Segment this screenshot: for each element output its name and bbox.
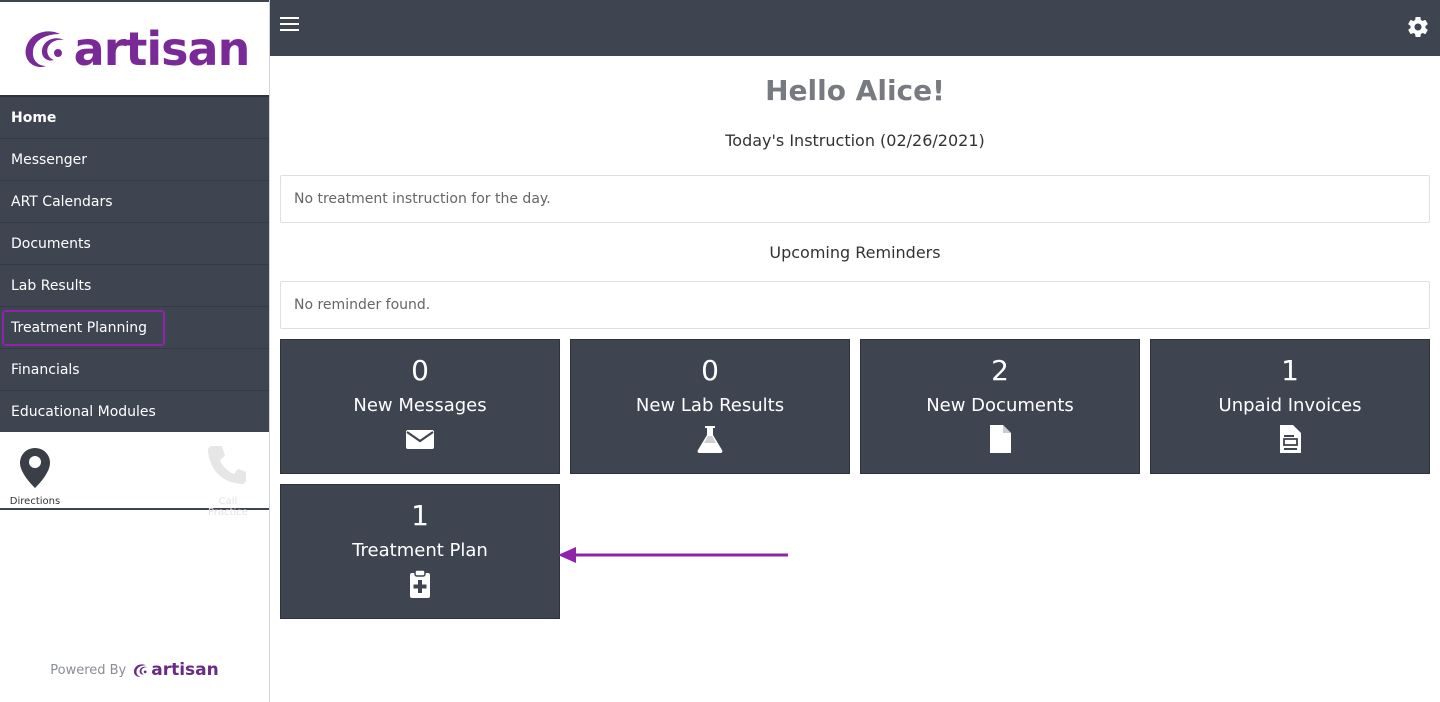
instruction-heading: Today's Instruction (02/26/2021): [725, 131, 985, 150]
main-content: Hello Alice! Today's Instruction (02/26/…: [270, 56, 1440, 702]
greeting-title: Hello Alice!: [765, 74, 945, 107]
annotation-arrow: [558, 547, 788, 563]
reminders-panel: No reminder found.: [280, 281, 1430, 329]
sidebar-item-label: Educational Modules: [11, 403, 156, 420]
sidebar-item-lab-results[interactable]: Lab Results: [0, 265, 269, 307]
reminders-heading: Upcoming Reminders: [769, 243, 941, 262]
sidebar-item-label: Lab Results: [11, 277, 92, 294]
sidebar-item-financials[interactable]: Financials: [0, 349, 269, 391]
top-bar: [270, 0, 1440, 56]
tile-count: 1: [411, 499, 429, 532]
tile-label: New Lab Results: [635, 395, 785, 416]
call-practice-label: Call Practice: [208, 496, 248, 518]
tile-count: 0: [701, 354, 719, 387]
powered-by-logo: artisan: [132, 660, 219, 680]
tile-treatment-plan[interactable]: 1 Treatment Plan: [280, 484, 560, 619]
sidebar-item-label: Messenger: [11, 151, 88, 168]
tile-new-documents[interactable]: 2 New Documents: [860, 339, 1140, 474]
directions-button[interactable]: Directions: [5, 446, 65, 507]
tile-new-lab-results[interactable]: 0 New Lab Results: [570, 339, 850, 474]
envelope-icon: [406, 430, 434, 449]
sidebar-item-educational-modules[interactable]: Educational Modules: [0, 391, 269, 433]
reminders-text: No reminder found.: [294, 297, 431, 313]
logo[interactable]: artisan: [0, 0, 269, 95]
tile-label: Unpaid Invoices: [1218, 395, 1362, 416]
artisan-swirl-icon: [134, 663, 148, 677]
directions-label: Directions: [9, 496, 61, 507]
tile-label: New Messages: [353, 395, 487, 416]
powered-by: Powered By artisan: [0, 660, 269, 680]
powered-by-label: Powered By: [50, 662, 127, 678]
logo-wordmark: artisan: [73, 21, 251, 76]
sidebar-item-label: ART Calendars: [11, 193, 113, 210]
hamburger-icon[interactable]: [280, 17, 300, 37]
tile-unpaid-invoices[interactable]: 1 Unpaid Invoices: [1150, 339, 1430, 474]
tile-new-messages[interactable]: 0 New Messages: [280, 339, 560, 474]
sidebar-item-documents[interactable]: Documents: [0, 223, 269, 265]
sidebar-item-label: Documents: [11, 235, 91, 252]
phone-icon: [208, 446, 246, 484]
document-icon: [990, 425, 1011, 453]
sidebar-item-art-calendars[interactable]: ART Calendars: [0, 181, 269, 223]
invoice-icon: [1280, 425, 1301, 453]
quick-actions: Directions Call Practice: [0, 432, 269, 518]
sidebar-item-label: Home: [11, 109, 57, 126]
sidebar-item-home[interactable]: Home: [0, 97, 269, 139]
artisan-swirl-icon: [25, 30, 64, 67]
sidebar-item-treatment-planning[interactable]: Treatment Planning: [0, 307, 269, 349]
tile-count: 0: [411, 354, 429, 387]
tile-label: New Documents: [926, 395, 1074, 416]
sidebar-item-messenger[interactable]: Messenger: [0, 139, 269, 181]
gear-icon[interactable]: [1406, 15, 1430, 39]
map-pin-icon: [20, 448, 50, 488]
tile-count: 1: [1281, 354, 1299, 387]
app: artisan Home Messenger ART Calendars Doc…: [0, 0, 1440, 702]
highlight-box: [2, 310, 165, 346]
sidebar-item-label: Financials: [11, 361, 80, 378]
call-practice-button[interactable]: Call Practice: [198, 446, 258, 518]
tile-count: 2: [991, 354, 1009, 387]
instruction-text: No treatment instruction for the day.: [294, 191, 551, 207]
tile-label: Treatment Plan: [352, 540, 488, 561]
sidebar-nav: Home Messenger ART Calendars Documents L…: [0, 95, 269, 433]
powered-by-wordmark: artisan: [151, 660, 219, 680]
sidebar: artisan Home Messenger ART Calendars Doc…: [0, 0, 270, 702]
artisan-logo: artisan: [20, 26, 250, 72]
flask-icon: [697, 426, 723, 453]
clipboard-plus-icon: [410, 569, 430, 598]
instruction-panel: No treatment instruction for the day.: [280, 175, 1430, 223]
